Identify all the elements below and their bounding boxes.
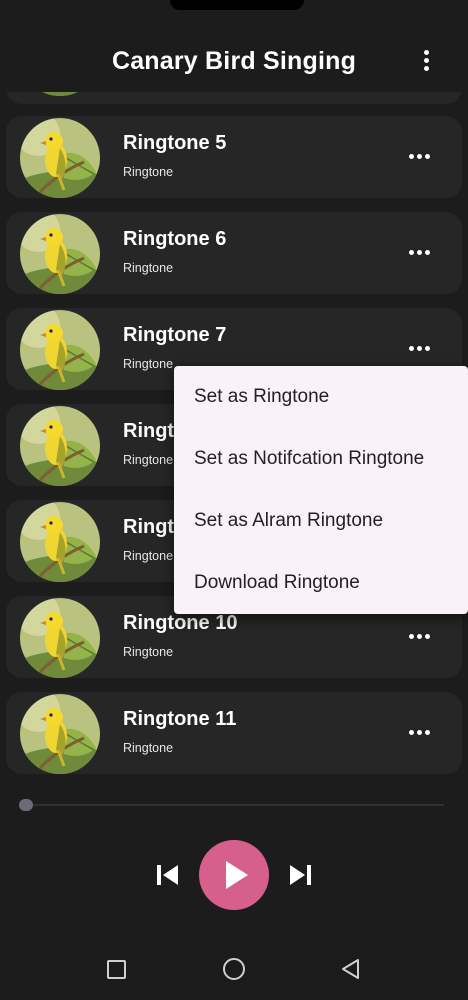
ringtone-thumbnail [20,598,100,678]
ringtone-thumbnail [20,310,100,390]
player-controls [0,784,468,938]
ringtone-thumbnail [20,406,100,486]
ringtone-thumbnail [20,502,100,582]
skip-next-icon[interactable] [288,864,312,886]
more-horiz-icon[interactable] [402,146,436,166]
page-title: Canary Bird Singing [111,47,357,75]
menu-item-set-alarm-ringtone[interactable]: Set as Alram Ringtone [174,490,468,552]
square-icon[interactable] [107,960,126,979]
skip-previous-icon[interactable] [156,864,180,886]
ringtone-subtitle: Ringtone [123,453,174,467]
triangle-back-icon[interactable] [340,958,362,980]
ringtone-thumbnail [20,694,100,774]
ringtone-subtitle: Ringtone [123,357,174,371]
ringtone-subtitle: Ringtone [123,261,174,275]
ringtone-title: Ringtone 5 [123,132,227,154]
ringtone-title: Ringtone 6 [123,228,227,250]
menu-item-set-ringtone[interactable]: Set as Ringtone [174,366,468,428]
seek-thumb[interactable] [19,799,33,811]
more-horiz-icon[interactable] [402,626,436,646]
play-icon [226,861,248,889]
circle-icon[interactable] [223,958,245,980]
list-item[interactable]: Ringtone 11 Ringtone [6,692,462,774]
menu-item-download-ringtone[interactable]: Download Ringtone [174,552,468,614]
system-nav-bar [0,938,468,1000]
seek-bar[interactable] [24,804,444,806]
ringtone-subtitle: Ringtone [123,165,174,179]
app-bar: Canary Bird Singing [0,0,468,92]
ringtone-title: Ringtone 11 [123,708,237,730]
menu-item-set-notification-ringtone[interactable]: Set as Notifcation Ringtone [174,428,468,490]
more-horiz-icon[interactable] [402,338,436,358]
context-menu: Set as Ringtone Set as Notifcation Ringt… [174,366,468,614]
ringtone-subtitle: Ringtone [123,549,174,563]
more-horiz-icon[interactable] [402,242,436,262]
more-horiz-icon[interactable] [402,722,436,742]
ringtone-subtitle: Ringtone [123,645,174,659]
list-item[interactable]: Ringtone 5 Ringtone [6,116,462,198]
ringtone-thumbnail [20,118,100,198]
list-item[interactable]: Ringtone 6 Ringtone [6,212,462,294]
ringtone-title: Ringtone 7 [123,324,227,346]
more-vert-icon[interactable] [414,44,438,76]
play-button[interactable] [199,840,269,910]
ringtone-title: Ringtone 10 [123,612,238,634]
ringtone-subtitle: Ringtone [123,741,174,755]
ringtone-thumbnail [20,214,100,294]
camera-notch [170,0,304,10]
